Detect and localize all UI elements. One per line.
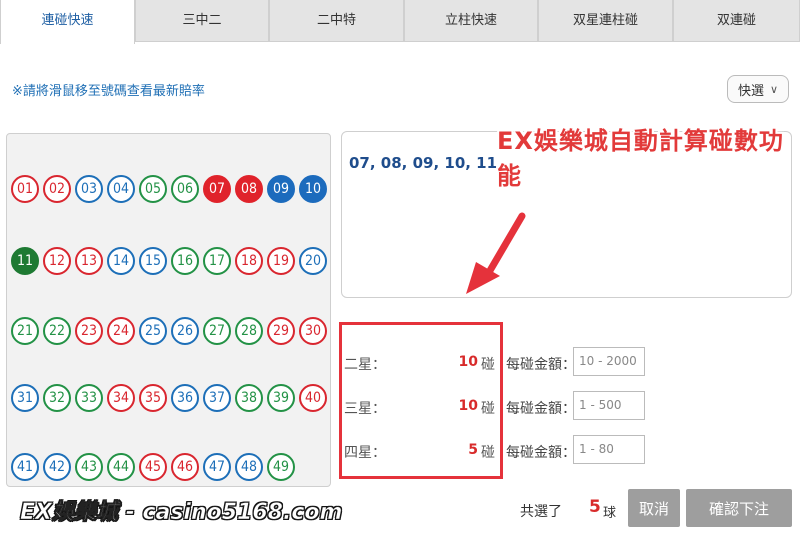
number-ball-11[interactable]: 11 bbox=[11, 247, 39, 275]
number-ball-33[interactable]: 33 bbox=[75, 384, 103, 412]
watermark: EX娛樂城 - casino5168.com bbox=[20, 500, 343, 526]
row-unit-two-star: 碰 bbox=[481, 357, 495, 373]
number-ball-21[interactable]: 21 bbox=[11, 317, 39, 345]
number-ball-30[interactable]: 30 bbox=[299, 317, 327, 345]
number-ball-20[interactable]: 20 bbox=[299, 247, 327, 275]
number-ball-02[interactable]: 02 bbox=[43, 175, 71, 203]
number-ball-15[interactable]: 15 bbox=[139, 247, 167, 275]
number-ball-36[interactable]: 36 bbox=[171, 384, 199, 412]
tab-quick-combo[interactable]: 連碰快速 bbox=[0, 0, 135, 44]
number-ball-12[interactable]: 12 bbox=[43, 247, 71, 275]
row-amount-label-three-star: 每碰金額： bbox=[506, 401, 576, 417]
number-ball-29[interactable]: 29 bbox=[267, 317, 295, 345]
cancel-button[interactable]: 取消 bbox=[628, 489, 680, 527]
number-ball-34[interactable]: 34 bbox=[107, 384, 135, 412]
amount-input-two-star[interactable]: 10 - 2000 bbox=[573, 347, 645, 376]
number-ball-35[interactable]: 35 bbox=[139, 384, 167, 412]
row-amount-label-two-star: 每碰金額： bbox=[506, 357, 576, 373]
confirm-bet-button[interactable]: 確認下注 bbox=[686, 489, 792, 527]
number-ball-40[interactable]: 40 bbox=[299, 384, 327, 412]
quick-select-label: 快選 bbox=[737, 83, 764, 99]
number-ball-19[interactable]: 19 bbox=[267, 247, 295, 275]
number-ball-01[interactable]: 01 bbox=[11, 175, 39, 203]
row-label-four-star: 四星： bbox=[344, 445, 386, 461]
row-count-three-star: 10 bbox=[458, 398, 478, 414]
number-grid: 01 02 03 04 05 06 07 08 09 10 11 12 13 14 15 16 17 18 19 20… bbox=[6, 133, 331, 487]
number-ball-37[interactable]: 37 bbox=[203, 384, 231, 412]
row-count-two-star: 10 bbox=[458, 354, 478, 370]
row-unit-three-star: 碰 bbox=[481, 401, 495, 417]
number-ball-23[interactable]: 23 bbox=[75, 317, 103, 345]
number-ball-24[interactable]: 24 bbox=[107, 317, 135, 345]
number-ball-16[interactable]: 16 bbox=[171, 247, 199, 275]
number-ball-32[interactable]: 32 bbox=[43, 384, 71, 412]
number-ball-28[interactable]: 28 bbox=[235, 317, 263, 345]
number-ball-38[interactable]: 38 bbox=[235, 384, 263, 412]
number-ball-31[interactable]: 31 bbox=[11, 384, 39, 412]
number-ball-48[interactable]: 48 bbox=[235, 453, 263, 481]
row-count-four-star: 5 bbox=[468, 442, 478, 458]
tab-two-special[interactable]: 二中特 bbox=[269, 0, 404, 42]
number-ball-47[interactable]: 47 bbox=[203, 453, 231, 481]
number-ball-26[interactable]: 26 bbox=[171, 317, 199, 345]
number-ball-17[interactable]: 17 bbox=[203, 247, 231, 275]
total-unit: 球 bbox=[603, 506, 617, 521]
tab-double-combo[interactable]: 双連碰 bbox=[673, 0, 800, 42]
total-count: 5 bbox=[589, 497, 601, 517]
chevron-down-icon: ∨ bbox=[769, 82, 779, 96]
row-label-two-star: 二星： bbox=[344, 357, 386, 373]
odds-tip: ※請將滑鼠移至號碼查看最新賠率 bbox=[12, 84, 205, 99]
number-ball-46[interactable]: 46 bbox=[171, 453, 199, 481]
row-amount-label-four-star: 每碰金額： bbox=[506, 445, 576, 461]
quick-select-dropdown[interactable]: 快選 ∨ bbox=[727, 75, 789, 103]
number-ball-27[interactable]: 27 bbox=[203, 317, 231, 345]
number-ball-39[interactable]: 39 bbox=[267, 384, 295, 412]
number-ball-05[interactable]: 05 bbox=[139, 175, 167, 203]
number-ball-25[interactable]: 25 bbox=[139, 317, 167, 345]
amount-input-four-star[interactable]: 1 - 80 bbox=[573, 435, 645, 464]
total-label: 共選了 bbox=[520, 504, 562, 520]
number-ball-43[interactable]: 43 bbox=[75, 453, 103, 481]
number-ball-09[interactable]: 09 bbox=[267, 175, 295, 203]
number-ball-45[interactable]: 45 bbox=[139, 453, 167, 481]
number-ball-22[interactable]: 22 bbox=[43, 317, 71, 345]
row-unit-four-star: 碰 bbox=[481, 445, 495, 461]
tab-three-two[interactable]: 三中二 bbox=[135, 0, 269, 42]
tab-bar: 連碰快速 三中二 二中特 立柱快速 双星連柱碰 双連碰 bbox=[0, 0, 800, 44]
promo-banner: EX娛樂城自動計算碰數功能 bbox=[497, 127, 784, 190]
selected-numbers-text: 07, 08, 09, 10, 11 bbox=[349, 154, 498, 172]
amount-input-three-star[interactable]: 1 - 500 bbox=[573, 391, 645, 420]
tab-column-quick[interactable]: 立柱快速 bbox=[404, 0, 538, 42]
number-ball-10[interactable]: 10 bbox=[299, 175, 327, 203]
number-ball-07[interactable]: 07 bbox=[203, 175, 231, 203]
number-ball-42[interactable]: 42 bbox=[43, 453, 71, 481]
number-ball-13[interactable]: 13 bbox=[75, 247, 103, 275]
number-ball-04[interactable]: 04 bbox=[107, 175, 135, 203]
number-ball-06[interactable]: 06 bbox=[171, 175, 199, 203]
number-ball-44[interactable]: 44 bbox=[107, 453, 135, 481]
row-label-three-star: 三星： bbox=[344, 401, 386, 417]
number-ball-49[interactable]: 49 bbox=[267, 453, 295, 481]
tab-double-star-column[interactable]: 双星連柱碰 bbox=[538, 0, 673, 42]
number-ball-03[interactable]: 03 bbox=[75, 175, 103, 203]
number-ball-08[interactable]: 08 bbox=[235, 175, 263, 203]
number-ball-41[interactable]: 41 bbox=[11, 453, 39, 481]
number-ball-14[interactable]: 14 bbox=[107, 247, 135, 275]
number-ball-18[interactable]: 18 bbox=[235, 247, 263, 275]
